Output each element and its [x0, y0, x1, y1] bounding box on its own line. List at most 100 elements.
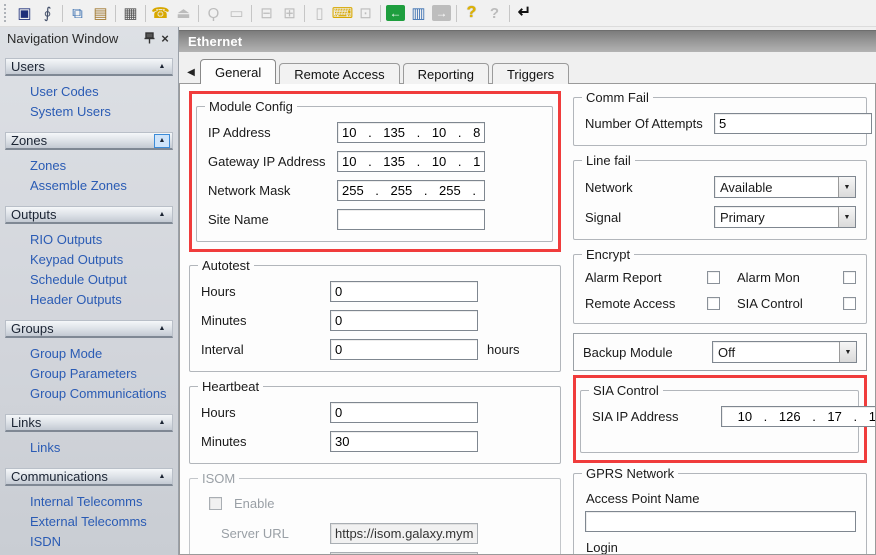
heartbeat-hours-input[interactable]: [330, 402, 478, 423]
site-name-label: Site Name: [208, 212, 337, 227]
sidebar-item-user-codes[interactable]: User Codes: [3, 82, 175, 102]
collapse-arrow-icon[interactable]: ▲: [154, 416, 170, 430]
group-legend: Module Config: [205, 99, 297, 114]
folder-icon: ▭: [225, 2, 248, 24]
signal-label: Signal: [585, 210, 714, 225]
tab-content-general: Module Config IP Address Gateway IP Addr…: [179, 83, 876, 555]
group-legend: Autotest: [198, 258, 254, 273]
sidebar-item-internal-telecomms[interactable]: Internal Telecomms: [3, 492, 175, 512]
copy-icon[interactable]: ⧉: [66, 2, 89, 24]
alarm-report-checkbox[interactable]: [707, 271, 720, 284]
autotest-minutes-label: Minutes: [201, 313, 330, 328]
computer-send-icon[interactable]: ⌨: [331, 2, 354, 24]
save-icon[interactable]: ▣: [13, 2, 36, 24]
network-dropdown-value: Available: [715, 177, 838, 197]
nav-section-items: User Codes System Users: [3, 77, 175, 129]
signal-dropdown[interactable]: Primary ▼: [714, 206, 856, 228]
backup-module-value: Off: [713, 342, 839, 362]
form-left-column: Module Config IP Address Gateway IP Addr…: [189, 89, 561, 554]
network-mask-input[interactable]: [337, 180, 485, 201]
nav-section-groups[interactable]: Groups ▲: [5, 320, 173, 338]
sidebar-item-zones[interactable]: Zones: [3, 156, 175, 176]
nav-section-items: Zones Assemble Zones: [3, 151, 175, 203]
alarm-report-label: Alarm Report: [585, 270, 707, 285]
apn-input[interactable]: [585, 511, 856, 532]
attach-icon[interactable]: ∮: [36, 2, 59, 24]
group-legend: Heartbeat: [198, 379, 263, 394]
tab-triggers[interactable]: Triggers: [492, 63, 569, 84]
sidebar-item-links[interactable]: Links: [3, 438, 175, 458]
sidebar-item-header-outputs[interactable]: Header Outputs: [3, 290, 175, 310]
tab-remote-access[interactable]: Remote Access: [279, 63, 399, 84]
sidebar-item-group-parameters[interactable]: Group Parameters: [3, 364, 175, 384]
paste-icon[interactable]: ▤: [89, 2, 112, 24]
sidebar-item-isdn[interactable]: ISDN: [3, 532, 175, 552]
sidebar-item-group-communications[interactable]: Group Communications: [3, 384, 175, 404]
sidebar-item-group-mode[interactable]: Group Mode: [3, 344, 175, 364]
nav-section-links[interactable]: Links ▲: [5, 414, 173, 432]
autotest-hours-input[interactable]: [330, 281, 478, 302]
network-label: Network: [585, 180, 714, 195]
autotest-minutes-input[interactable]: [330, 310, 478, 331]
gateway-ip-label: Gateway IP Address: [208, 154, 337, 169]
site-name-input[interactable]: [337, 209, 485, 230]
toolbar-separator: [145, 5, 146, 22]
close-icon[interactable]: ×: [157, 30, 173, 46]
gprs-network-group: GPRS Network Access Point Name Login Pas…: [573, 473, 867, 555]
network-dropdown[interactable]: Available ▼: [714, 176, 856, 198]
sidebar-item-keypad-outputs[interactable]: Keypad Outputs: [3, 250, 175, 270]
sia-ip-input[interactable]: [721, 406, 876, 427]
chevron-down-icon[interactable]: ▼: [838, 207, 855, 227]
collapse-arrow-icon[interactable]: ▲: [154, 134, 170, 148]
sidebar-item-rio-outputs[interactable]: RIO Outputs: [3, 230, 175, 250]
exit-icon[interactable]: ↵: [513, 2, 536, 24]
collapse-arrow-icon[interactable]: ▲: [154, 322, 170, 336]
gateway-ip-input[interactable]: [337, 151, 485, 172]
pin-icon[interactable]: [141, 30, 157, 46]
sidebar-item-assemble-zones[interactable]: Assemble Zones: [3, 176, 175, 196]
collapse-arrow-icon[interactable]: ▲: [154, 208, 170, 222]
nav-section-label: Groups: [11, 321, 54, 336]
sia-ip-label: SIA IP Address: [592, 409, 721, 424]
tab-scroll-left-icon[interactable]: ◀: [182, 62, 200, 83]
heartbeat-minutes-input[interactable]: [330, 431, 478, 452]
datasheet-icon[interactable]: ▥: [407, 2, 430, 24]
sidebar-item-external-telecomms[interactable]: External Telecomms: [3, 512, 175, 532]
chevron-down-icon[interactable]: ▼: [838, 177, 855, 197]
nav-section-users[interactable]: Users ▲: [5, 58, 173, 76]
toolbar-grip: [4, 4, 9, 22]
collapse-arrow-icon[interactable]: ▲: [154, 60, 170, 74]
ip-address-input[interactable]: [337, 122, 485, 143]
tab-general[interactable]: General: [200, 59, 276, 84]
autotest-interval-input[interactable]: [330, 339, 478, 360]
sidebar-item-system-users[interactable]: System Users: [3, 102, 175, 122]
server-url-input: [330, 523, 478, 544]
nav-section-communications[interactable]: Communications ▲: [5, 468, 173, 486]
nav-section-label: Zones: [11, 133, 47, 148]
context-help-icon: ?: [483, 2, 506, 24]
tab-reporting[interactable]: Reporting: [403, 63, 489, 84]
backup-module-dropdown[interactable]: Off ▼: [712, 341, 857, 363]
sia-control-checkbox[interactable]: [843, 297, 856, 310]
nav-section-zones[interactable]: Zones ▲: [5, 132, 173, 150]
notebook-sync-icon: ⊞: [278, 2, 301, 24]
remote-access-checkbox[interactable]: [707, 297, 720, 310]
autotest-group: Autotest Hours Minutes Interval ho: [189, 265, 561, 372]
attempts-input[interactable]: [714, 113, 872, 134]
print-icon[interactable]: ▦: [119, 2, 142, 24]
chevron-down-icon[interactable]: ▼: [839, 342, 856, 362]
tab-label: General: [215, 65, 261, 80]
upload-device-icon: ⏏: [172, 2, 195, 24]
back-arrow-icon[interactable]: ←: [386, 5, 405, 21]
main-toolbar: ▣ ∮ ⧉ ▤ ▦ ☎ ⏏ Ϙ ▭ ⊟ ⊞ ▯ ⌨ ⊡ ← ▥ → ? ? ↵: [0, 0, 876, 27]
sidebar-item-schedule-output[interactable]: Schedule Output: [3, 270, 175, 290]
navigation-window-header: Navigation Window ×: [0, 27, 178, 49]
apn-label: Access Point Name: [586, 491, 856, 506]
alarm-mon-checkbox[interactable]: [843, 271, 856, 284]
keys-icon: Ϙ: [202, 2, 225, 24]
help-icon[interactable]: ?: [460, 2, 483, 24]
module-config-group: Module Config IP Address Gateway IP Addr…: [196, 106, 553, 242]
phone-connect-icon[interactable]: ☎: [149, 2, 172, 24]
collapse-arrow-icon[interactable]: ▲: [154, 470, 170, 484]
nav-section-outputs[interactable]: Outputs ▲: [5, 206, 173, 224]
